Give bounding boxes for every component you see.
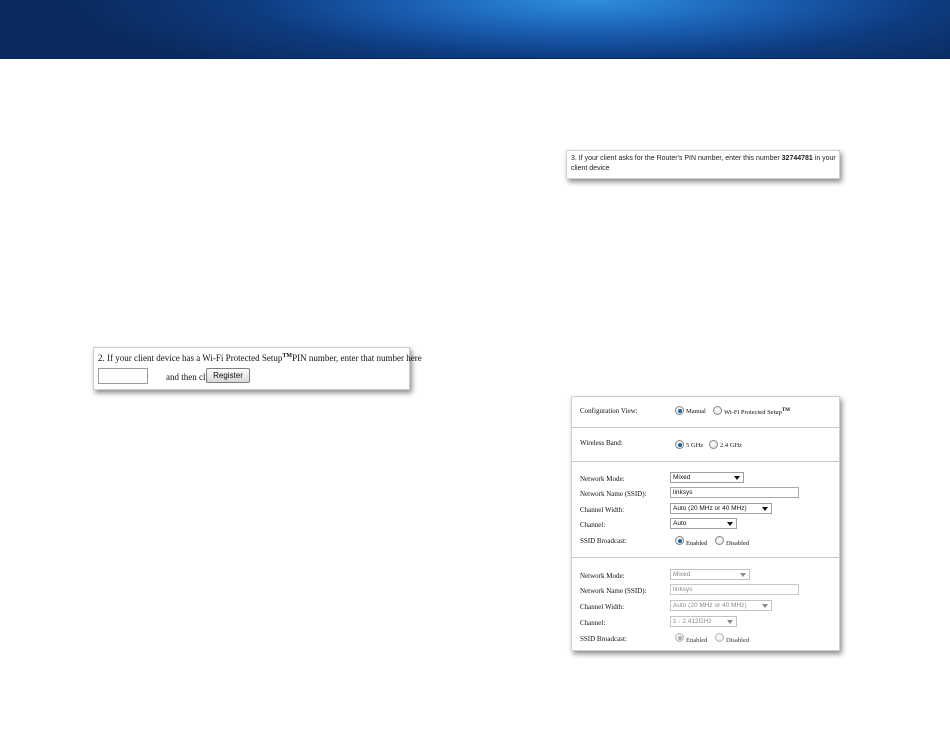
ssid-broadcast-disabled-label: Disabled <box>726 540 750 547</box>
trademark-mark: TM <box>282 353 293 359</box>
ssid-label: Network Name (SSID): <box>580 490 647 498</box>
ssid-broadcast-enabled-radio-24ghz[interactable] <box>675 633 684 642</box>
config-manual-radio[interactable] <box>675 406 684 415</box>
router-pin-number: 32744781 <box>781 155 813 162</box>
band-24ghz-label: 2.4 GHz <box>720 442 743 449</box>
section-divider <box>572 427 839 428</box>
client-pin-input[interactable] <box>98 368 148 384</box>
channel-label: Channel: <box>580 619 606 627</box>
section-divider <box>572 461 839 462</box>
config-manual-label: Manual <box>686 408 706 415</box>
chevron-down-icon <box>762 507 768 511</box>
header-banner <box>0 0 950 59</box>
network-mode-select-5ghz[interactable]: Mixed <box>670 472 744 483</box>
chevron-down-icon <box>734 476 740 480</box>
channel-width-label: Channel Width: <box>580 506 625 514</box>
band-24ghz-radio[interactable] <box>709 440 718 449</box>
ssid-broadcast-enabled-radio-5ghz[interactable] <box>675 536 684 545</box>
network-mode-label: Network Mode: <box>580 475 625 483</box>
wireless-settings-panel: Configuration View: Manual Wi-Fi Protect… <box>571 396 840 651</box>
channel-width-label: Channel Width: <box>580 603 625 611</box>
channel-width-select-24ghz[interactable]: Auto (20 MHz or 40 MHz) <box>670 600 772 611</box>
ssid-broadcast-label: SSID Broadcast: <box>580 635 627 643</box>
channel-width-select-5ghz[interactable]: Auto (20 MHz or 40 MHz) <box>670 503 772 514</box>
ssid-input-5ghz[interactable]: linksys <box>670 487 799 498</box>
band-5ghz-label: 5 GHz <box>686 442 704 449</box>
router-pin-panel: 3. If your client asks for the Router's … <box>566 150 840 179</box>
network-mode-select-24ghz[interactable]: Mixed <box>670 569 750 580</box>
section-divider <box>572 557 839 558</box>
channel-select-24ghz[interactable]: 1 - 2.412GHz <box>670 616 737 627</box>
wireless-band-label: Wireless Band: <box>580 439 623 447</box>
register-button[interactable]: Register <box>206 368 250 383</box>
chevron-down-icon <box>727 522 733 526</box>
chevron-down-icon <box>727 620 733 624</box>
ssid-broadcast-label: SSID Broadcast: <box>580 537 627 545</box>
ssid-broadcast-enabled-label: Enabled <box>686 540 708 547</box>
channel-label: Channel: <box>580 521 606 529</box>
wps-pin-panel: 2. If your client device has a Wi-Fi Pro… <box>93 347 422 390</box>
chevron-down-icon <box>762 604 768 608</box>
ssid-broadcast-disabled-radio-5ghz[interactable] <box>715 536 724 545</box>
channel-select-5ghz[interactable]: Auto <box>670 518 737 529</box>
config-view-label: Configuration View: <box>580 407 638 415</box>
ssid-label: Network Name (SSID): <box>580 587 647 595</box>
config-wps-label: Wi-Fi Protected SetupTM <box>724 408 790 417</box>
ssid-input-24ghz[interactable]: linksys <box>670 584 799 595</box>
config-wps-radio[interactable] <box>713 406 722 415</box>
ssid-broadcast-enabled-label: Enabled <box>686 637 708 644</box>
router-pin-instruction: 3. If your client asks for the Router's … <box>571 155 836 172</box>
chevron-down-icon <box>740 573 746 577</box>
network-mode-label: Network Mode: <box>580 572 625 580</box>
wps-pin-instruction: 2. If your client device has a Wi-Fi Pro… <box>98 353 422 363</box>
ssid-broadcast-disabled-label: Disabled <box>726 637 750 644</box>
band-5ghz-radio[interactable] <box>675 440 684 449</box>
ssid-broadcast-disabled-radio-24ghz[interactable] <box>715 633 724 642</box>
